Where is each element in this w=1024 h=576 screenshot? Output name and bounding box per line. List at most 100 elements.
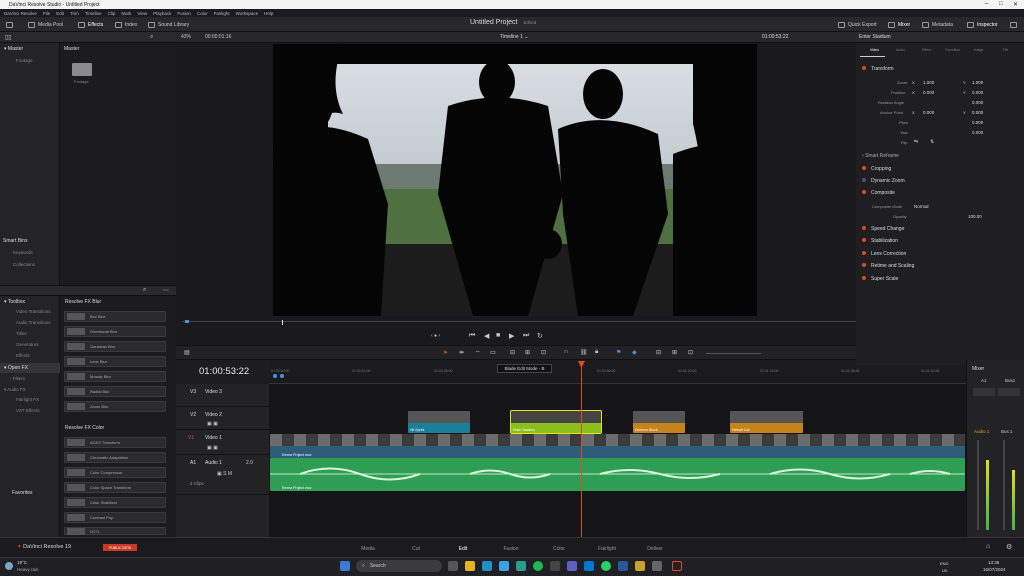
task-view-icon[interactable] [448,561,458,571]
timeline-zoom-slider[interactable] [706,353,761,354]
clip-a1[interactable]: Emma Project.mov [270,458,965,491]
zoom-level[interactable]: 43% [181,34,191,40]
metadata-button[interactable]: Metadata [922,20,953,29]
skip-start-icon[interactable]: ⏮ [469,332,475,340]
cat-titles[interactable]: Titles [16,331,27,336]
menu-fairlight[interactable]: Fairlight [214,11,230,16]
fx-radial-blur[interactable]: Radial Blur [64,386,166,397]
zoom-custom-icon[interactable]: ⊡ [688,349,693,356]
loop-icon[interactable]: ↻ [537,332,543,340]
flag-icon[interactable]: ⚑ [616,349,621,356]
fx-aces-transform[interactable]: ACES Transform [64,437,166,448]
mixer-input-a1[interactable] [973,388,995,396]
cat-audio-fx[interactable]: ▾ Audio FX [4,387,26,393]
fx-gaussian-blur[interactable]: Gaussian Blur [64,341,166,352]
enable-dot-icon[interactable] [862,263,866,267]
fx-dctl[interactable]: DCTL [64,527,166,535]
dynamic-trim-icon[interactable]: ⇔ [475,349,481,355]
section-smart-reframe[interactable]: › Smart Reframe [862,153,1020,164]
menu-clip[interactable]: Clip [108,11,116,16]
page-deliver[interactable]: Deliver [635,546,675,552]
enable-dot-icon[interactable] [862,251,866,255]
region-indicator[interactable]: UK [942,568,948,573]
page-fairlight[interactable]: Fairlight [587,546,627,552]
enable-dot-icon[interactable] [862,178,866,182]
workspace-icon[interactable] [6,20,13,29]
inspector-button[interactable]: Inspector [967,20,998,29]
index-button[interactable]: Index [115,20,137,29]
lang-indicator[interactable]: ENG [940,561,949,566]
maximize-icon[interactable]: □ [999,1,1003,7]
mixer-button[interactable]: Mixer [888,20,910,29]
home-icon[interactable]: ⌂ [986,543,990,550]
close-icon[interactable]: ✕ [1013,1,1018,8]
play-icon[interactable]: ▶ [509,332,514,340]
blade-tool-icon[interactable]: ▭ [490,349,496,356]
timeline-view-icon[interactable]: ▤ [184,349,190,356]
enable-dot-icon[interactable] [862,66,866,70]
enable-dot-icon[interactable] [862,238,866,242]
page-color[interactable]: Color [539,546,579,552]
edge-icon[interactable] [482,561,492,571]
cat-video-transitions[interactable]: Video Transitions [16,309,50,314]
timeline-selector[interactable]: Timeline 1 ⌄ [500,34,528,40]
track-header-v2[interactable]: V2 Video 2 ▣ ▣ [176,407,269,430]
enable-dot-icon[interactable] [862,226,866,230]
store-icon[interactable] [516,561,526,571]
clip-helmet-cut[interactable]: Helmet Cut [730,411,803,433]
stop-icon[interactable]: ■ [496,332,500,339]
fader-bus1[interactable] [1003,440,1005,530]
davinci-taskbar-icon[interactable] [672,561,682,571]
fx-box-blur[interactable]: Box Blur [64,311,166,322]
cat-filters[interactable]: › Filters [10,376,25,381]
cat-generators[interactable]: Generators [16,342,39,347]
taskbar-search[interactable]: ⌕ Search [356,560,442,572]
clock-time[interactable]: 13:36 [988,560,999,565]
tab-transition[interactable]: Transition [940,48,965,52]
marker-icon[interactable] [273,374,277,378]
mixer-input-bus1[interactable] [998,388,1020,396]
zoom-full-icon[interactable]: ⊟ [656,349,661,356]
solo-mute-icon[interactable]: ▣ S M [217,471,232,477]
menu-fusion[interactable]: Fusion [177,11,191,16]
track-header-a1[interactable]: A1 Audio 1 2.0 ▣ S M 2 Clips [176,455,269,495]
position-y-value[interactable]: 0.000 [972,90,983,95]
search-icon[interactable]: ⌕ [150,34,153,41]
viewer-scrubber[interactable] [182,321,856,322]
chrome-icon[interactable] [499,561,509,571]
tab-audio[interactable]: Audio [888,48,913,52]
cat-fairlight-fx[interactable]: Fairlight FX [16,397,39,402]
fx-chromatic-adaptation[interactable]: Chromatic Adaptation [64,452,166,463]
fx-contrast-pop[interactable]: Contrast Pop [64,512,166,523]
smart-bin-collections[interactable]: Collections [13,262,35,267]
folder-icon[interactable] [72,63,92,76]
tab-file[interactable]: File [993,48,1018,52]
menu-edit[interactable]: Edit [56,11,64,16]
anchor-x-value[interactable]: 0.000 [923,110,934,115]
whatsapp-icon[interactable] [601,561,611,571]
tab-image[interactable]: Image [966,48,991,52]
menu-help[interactable]: Help [264,11,273,16]
photos-icon[interactable] [550,561,560,571]
pitch-value[interactable]: 0.000 [972,120,983,125]
enable-dot-icon[interactable] [862,190,866,194]
section-cropping[interactable]: Cropping [862,166,1020,177]
lock-icon[interactable]: ▣ ▣ [207,421,218,427]
clip-enter-stadium[interactable]: Enter Stadium [510,410,602,434]
smart-bin-keywords[interactable]: Keywords [13,250,33,255]
anchor-y-value[interactable]: 0.000 [972,110,983,115]
fx-color-space-transform[interactable]: Color Space Transform [64,482,166,493]
trim-tool-icon[interactable]: ⇹ [459,349,464,356]
bin-footage[interactable]: Footage [16,58,33,63]
spotify-icon[interactable] [533,561,543,571]
quick-export-button[interactable]: Quick Export [838,20,877,29]
clock-date[interactable]: 15/07/2024 [983,567,1006,572]
linked-selection-icon[interactable]: ⛓ [580,349,588,356]
page-fusion[interactable]: Fusion [491,546,531,552]
fx-mosaic-blur[interactable]: Mosaic Blur [64,371,166,382]
teams-icon[interactable] [567,561,577,571]
timeline-timecode[interactable]: 01:00:53:22 [199,366,249,377]
replace-clip-icon[interactable]: ⊡ [541,349,546,356]
marker-icon[interactable] [280,374,284,378]
zoom-y-value[interactable]: 1.000 [972,80,983,85]
